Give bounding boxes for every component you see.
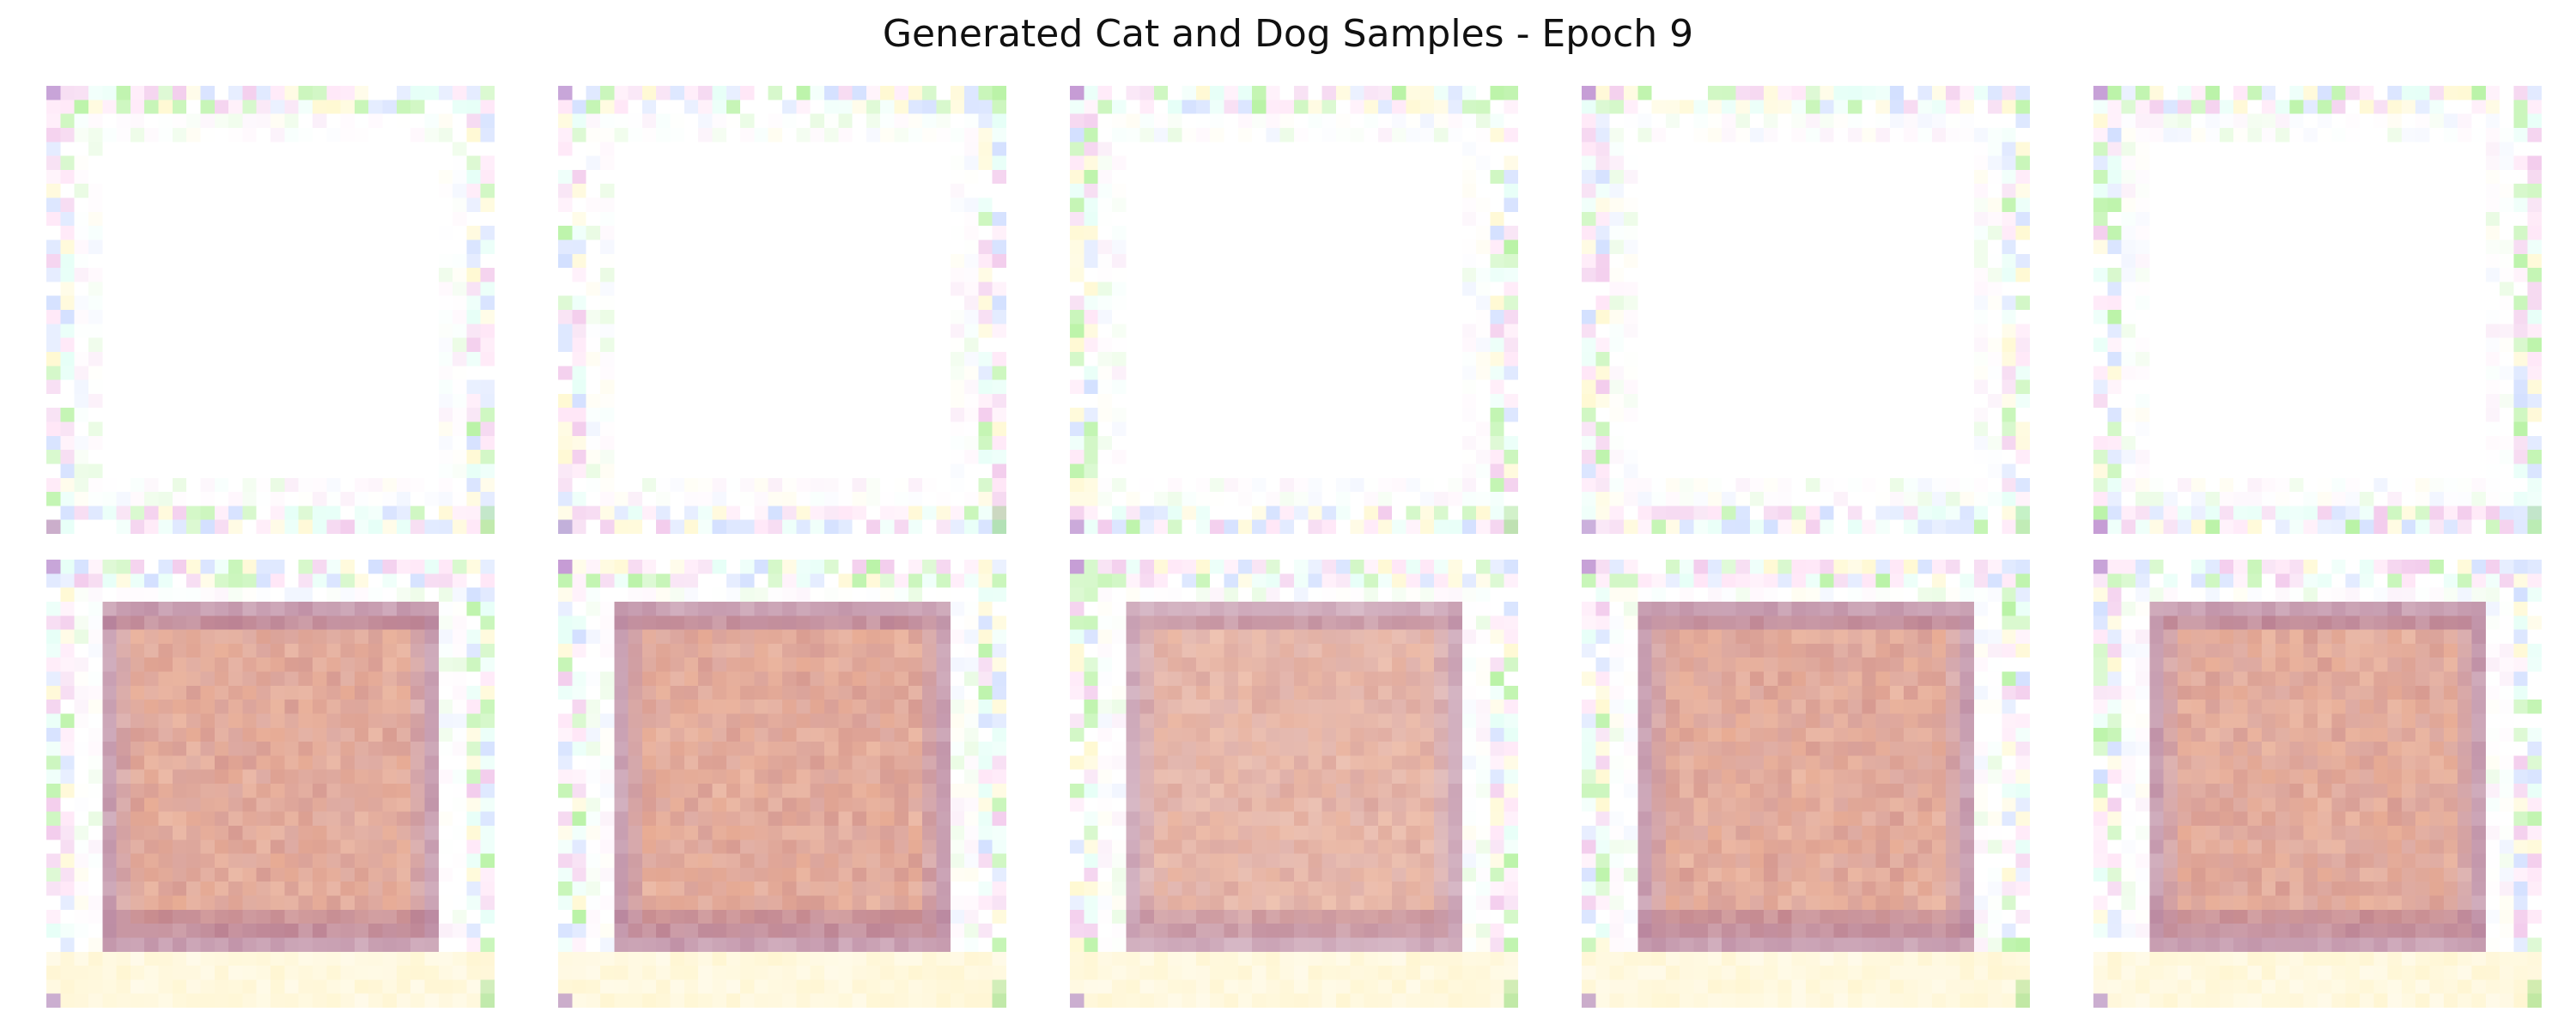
sample-image-r1-c3 xyxy=(1070,86,1518,534)
sample-image-r2-c5 xyxy=(2093,560,2542,1008)
sample-image-r2-c4 xyxy=(1582,560,2030,1008)
sample-image-r2-c2 xyxy=(558,560,1006,1008)
sample-image-r1-c1 xyxy=(46,86,495,534)
sample-image-r1-c5 xyxy=(2093,86,2542,534)
sample-image-r2-c1 xyxy=(46,560,495,1008)
sample-image-r2-c3 xyxy=(1070,560,1518,1008)
sample-image-r1-c2 xyxy=(558,86,1006,534)
figure-title: Generated Cat and Dog Samples - Epoch 9 xyxy=(882,12,1694,56)
sample-image-r1-c4 xyxy=(1582,86,2030,534)
